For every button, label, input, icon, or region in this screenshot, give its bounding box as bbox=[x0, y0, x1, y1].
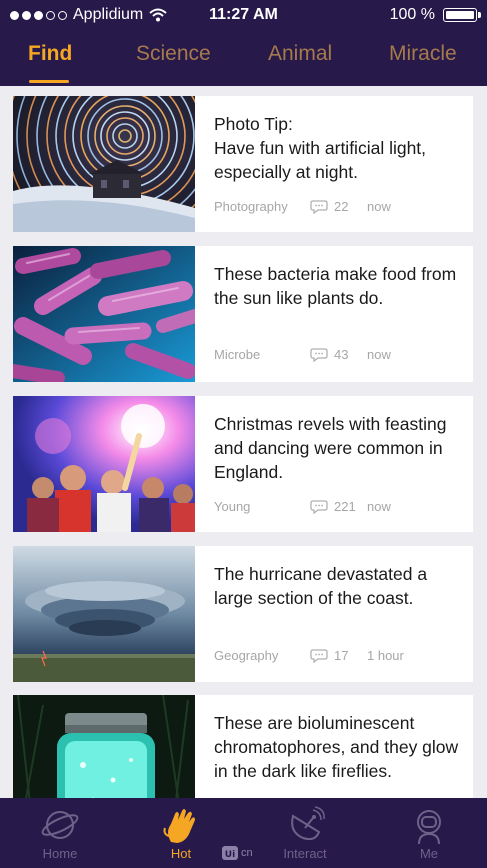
storm-photo bbox=[13, 546, 195, 682]
news-card[interactable]: The hurricane devastated a large section… bbox=[13, 546, 473, 682]
watermark-text: cn bbox=[241, 847, 253, 859]
card-category: Geography bbox=[214, 648, 279, 663]
watermark-logo: Ui bbox=[222, 846, 238, 860]
status-bar: Applidium 11:27 AM 100 % bbox=[0, 0, 487, 32]
nav-interact-label: Interact bbox=[283, 846, 327, 861]
card-meta: Young 221 now bbox=[214, 499, 391, 514]
card-time: now bbox=[367, 499, 391, 514]
app-screen: Applidium 11:27 AM 100 % Find Science An… bbox=[0, 0, 487, 868]
header: Applidium 11:27 AM 100 % Find Science An… bbox=[0, 0, 487, 86]
comment-icon bbox=[310, 499, 328, 514]
news-card[interactable]: Christmas revels with feasting and danci… bbox=[13, 396, 473, 532]
planet-icon bbox=[41, 811, 79, 839]
card-title: These bacteria make food from the sun li… bbox=[214, 264, 457, 308]
card-meta: Geography 17 1 hour bbox=[214, 648, 404, 663]
card-time: now bbox=[367, 347, 391, 362]
card-category: Microbe bbox=[214, 347, 261, 362]
nav-interact[interactable]: Interact bbox=[265, 798, 345, 868]
satellite-dish-icon bbox=[291, 806, 325, 841]
card-comment-count: 221 bbox=[334, 499, 356, 514]
battery-percent: 100 % bbox=[389, 6, 435, 23]
card-title: Photo Tip: Have fun with artificial ligh… bbox=[214, 114, 427, 182]
tab-animal[interactable]: Animal bbox=[268, 42, 332, 66]
category-tabs: Find Science Animal Miracle bbox=[0, 36, 487, 86]
card-time: 1 hour bbox=[367, 648, 404, 663]
comment-icon bbox=[310, 648, 328, 663]
card-meta: Microbe 43 now bbox=[214, 347, 391, 362]
astronaut-icon bbox=[417, 810, 441, 845]
nav-home[interactable]: Home bbox=[20, 798, 100, 868]
star-trails-photo bbox=[13, 96, 195, 232]
nav-hot[interactable]: Hot bbox=[141, 798, 221, 868]
tab-active-indicator bbox=[29, 80, 69, 83]
battery-icon bbox=[443, 8, 481, 22]
card-comment-count: 22 bbox=[334, 199, 349, 214]
news-card[interactable]: Photo Tip: Have fun with artificial ligh… bbox=[13, 96, 473, 232]
card-title: The hurricane devastated a large section… bbox=[214, 564, 428, 608]
svg-text:Ui: Ui bbox=[225, 850, 235, 860]
card-title: Christmas revels with feasting and danci… bbox=[214, 414, 447, 482]
status-right: 100 % bbox=[389, 6, 481, 24]
bacteria-photo bbox=[13, 246, 195, 382]
comment-icon bbox=[310, 199, 328, 214]
tab-science[interactable]: Science bbox=[136, 42, 211, 66]
tab-miracle[interactable]: Miracle bbox=[389, 42, 457, 66]
card-comment-count: 43 bbox=[334, 347, 349, 362]
card-category: Young bbox=[214, 499, 251, 514]
watermark: Ui cn bbox=[222, 846, 253, 860]
nav-me-label: Me bbox=[419, 846, 439, 861]
card-category: Photography bbox=[214, 199, 288, 214]
card-meta: Photography 22 now bbox=[214, 199, 391, 214]
tab-find[interactable]: Find bbox=[28, 42, 72, 66]
nav-me[interactable]: Me bbox=[389, 798, 469, 868]
flame-hand-icon bbox=[163, 809, 195, 843]
card-comment-count: 17 bbox=[334, 648, 349, 663]
party-photo bbox=[13, 396, 195, 532]
card-title: These are bioluminescent chromatophores,… bbox=[214, 713, 459, 781]
news-card[interactable]: These bacteria make food from the sun li… bbox=[13, 246, 473, 382]
card-time: now bbox=[367, 199, 391, 214]
nav-hot-label: Hot bbox=[170, 846, 192, 861]
nav-home-label: Home bbox=[42, 846, 78, 861]
comment-icon bbox=[310, 347, 328, 362]
